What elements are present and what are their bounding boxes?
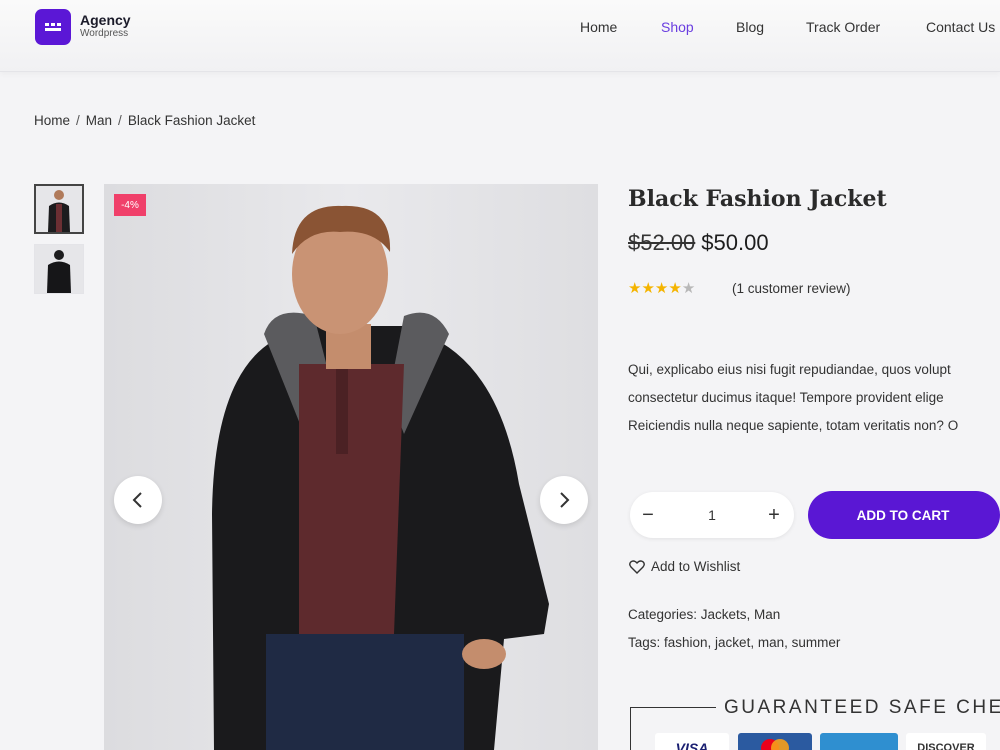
star-icon: ★ xyxy=(641,280,655,297)
jacket-back-thumbnail-image xyxy=(47,250,71,293)
guarantee-title: GUARANTEED SAFE CHE xyxy=(716,697,1000,719)
breadcrumb-separator: / xyxy=(118,113,122,128)
discover-card-icon: DISCOVER xyxy=(906,733,986,750)
quantity-input[interactable] xyxy=(682,502,742,528)
decrease-quantity-button[interactable]: − xyxy=(636,503,660,527)
amex-card-icon xyxy=(820,733,898,750)
star-icon: ★ xyxy=(654,280,669,297)
nav-item-track-order[interactable]: Track Order xyxy=(806,19,880,35)
product-categories: Categories: Jackets, Man xyxy=(628,607,781,622)
add-to-wishlist-link[interactable]: Add to Wishlist xyxy=(629,559,741,575)
quantity-stepper: − + xyxy=(630,492,794,538)
visa-card-icon: VISA xyxy=(655,733,729,750)
star-icon: ★ xyxy=(628,280,642,297)
jacket-thumbnail-image xyxy=(48,190,70,232)
breadcrumb-current: Black Fashion Jacket xyxy=(127,113,256,128)
nav-item-shop[interactable]: Shop xyxy=(661,19,694,35)
product-main-image: -4% xyxy=(104,184,598,750)
heart-icon xyxy=(629,560,645,575)
previous-image-button[interactable] xyxy=(114,476,162,524)
current-price: $50.00 xyxy=(701,230,769,255)
description-line: Reiciendis nulla neque sapiente, totam v… xyxy=(628,418,959,433)
sale-badge: -4% xyxy=(114,194,146,216)
nav-item-contact-us[interactable]: Contact Us xyxy=(926,19,995,35)
thumbnail-2[interactable] xyxy=(34,244,84,294)
model-photo xyxy=(212,205,549,750)
product-tags: Tags: fashion, jacket, man, summer xyxy=(628,635,841,650)
old-price: $52.00 xyxy=(628,230,696,255)
price-row: $52.00 $50.00 xyxy=(628,230,769,256)
wishlist-label: Add to Wishlist xyxy=(651,559,741,574)
mastercard-icon xyxy=(738,733,812,750)
description-line: Qui, explicabo eius nisi fugit repudiand… xyxy=(628,362,951,377)
nav-item-home[interactable]: Home xyxy=(580,19,617,35)
chevron-right-icon xyxy=(560,492,570,508)
star-icon: ★ xyxy=(668,280,682,297)
chevron-left-icon xyxy=(132,492,142,508)
breadcrumb-home[interactable]: Home xyxy=(34,113,70,128)
nav-item-blog[interactable]: Blog xyxy=(736,19,764,35)
thumbnail-1[interactable] xyxy=(34,184,84,234)
product-description: Qui, explicabo eius nisi fugit repudiand… xyxy=(628,356,1000,440)
next-image-button[interactable] xyxy=(540,476,588,524)
breadcrumb-separator: / xyxy=(76,113,80,128)
add-to-cart-button[interactable]: ADD TO CART xyxy=(808,491,1000,539)
breadcrumb: Home / Man / Black Fashion Jacket xyxy=(34,113,255,128)
product-title: Black Fashion Jacket xyxy=(628,186,887,212)
star-icon: ★ xyxy=(681,280,696,297)
main-nav: Home Shop Blog Track Order Contact Us xyxy=(0,19,1000,39)
site-header: Agency Wordpress Home Shop Blog Track Or… xyxy=(0,0,1000,72)
description-line: consectetur ducimus itaque! Tempore prov… xyxy=(628,390,944,405)
review-count-link[interactable]: (1 customer review) xyxy=(732,281,851,296)
star-rating: ★★★★★ xyxy=(628,279,695,297)
breadcrumb-man[interactable]: Man xyxy=(86,113,112,128)
increase-quantity-button[interactable]: + xyxy=(762,503,786,527)
